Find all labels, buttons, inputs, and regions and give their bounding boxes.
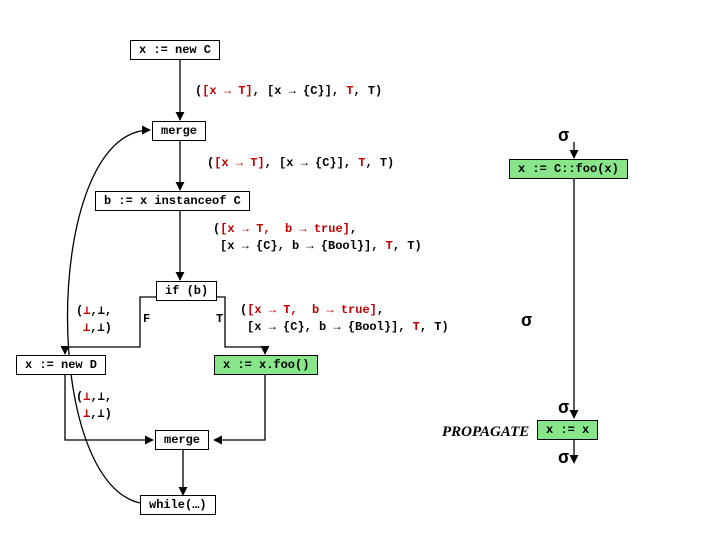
node-instanceof: b := x instanceof C: [95, 191, 250, 211]
edge-branch-t-1: ([x → T, b → true],: [240, 303, 384, 317]
branch-f-label: F: [143, 312, 150, 326]
node-xassign: x := x: [537, 420, 598, 440]
edges: [0, 0, 720, 540]
edge-newd-merge-2: ⊥,⊥): [83, 406, 112, 421]
node-new-c: x := new C: [130, 40, 220, 60]
node-merge-top: merge: [152, 121, 206, 141]
edge-inst-if-1: ([x → T, b → true],: [213, 222, 357, 236]
node-new-d: x := new D: [16, 355, 106, 375]
node-xfoo: x := x.foo(): [214, 355, 318, 375]
edge-branch-t-2: [x → {C}, b → {Bool}], T, T): [247, 320, 449, 334]
sigma-top: σ: [558, 127, 569, 147]
node-cfoo: x := C::foo(x): [509, 159, 628, 179]
edge-branch-f-2: ⊥,⊥): [83, 320, 112, 335]
node-while: while(…): [140, 495, 216, 515]
propagate-label: PROPAGATE: [442, 424, 529, 441]
node-merge-bot: merge: [155, 430, 209, 450]
sigma-bot: σ: [558, 449, 569, 469]
edge-inst-if-2: [x → {C}, b → {Bool}], T, T): [220, 239, 422, 253]
sigma-mid-r: σ: [558, 399, 569, 419]
edge-newd-merge-1: (⊥,⊥,: [76, 389, 112, 404]
edge-newc-merge: ([x → T], [x → {C}], T, T): [195, 84, 382, 98]
branch-t-label: T: [216, 312, 223, 326]
sigma-mid-l: σ: [521, 312, 532, 332]
edge-branch-f-1: (⊥,⊥,: [76, 303, 112, 318]
edge-merge-inst: ([x → T], [x → {C}], T, T): [207, 156, 394, 170]
node-if-b: if (b): [156, 281, 217, 301]
